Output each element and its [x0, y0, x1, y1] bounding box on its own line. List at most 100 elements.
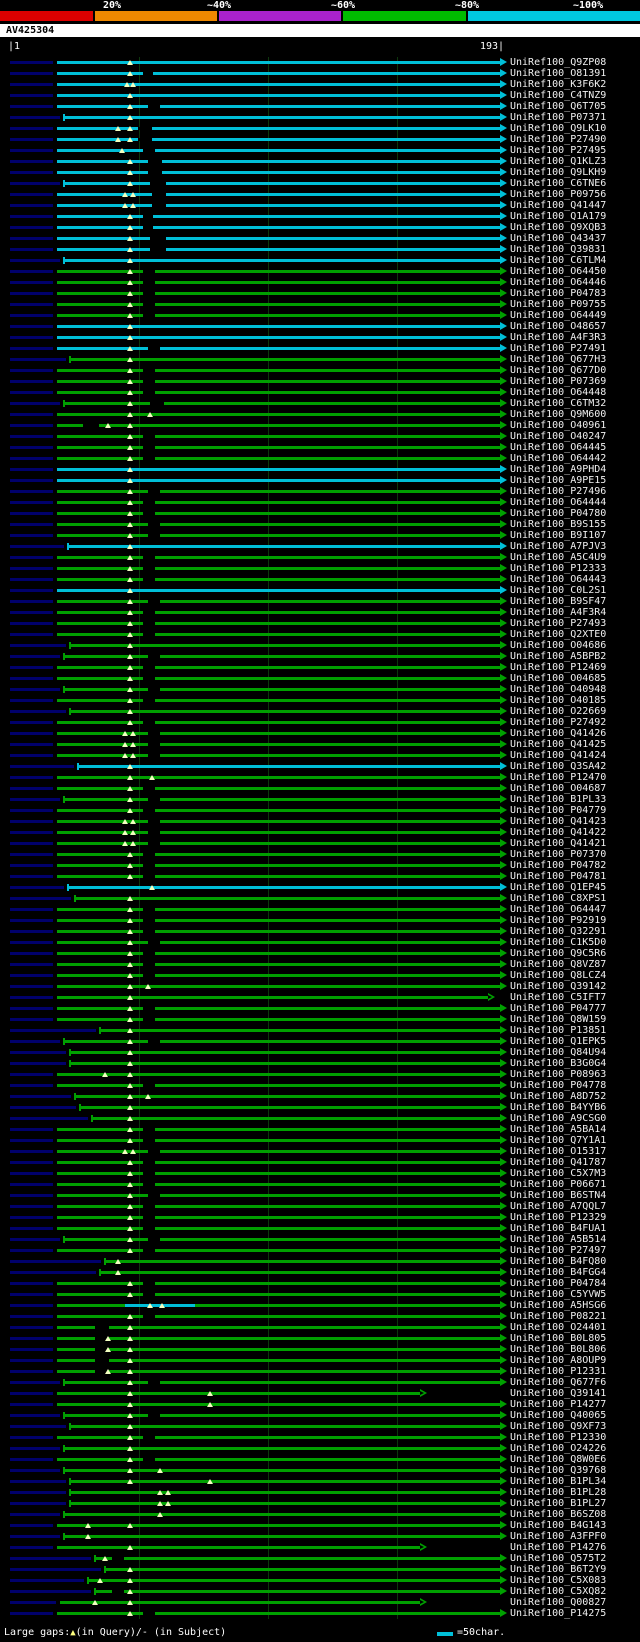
hit-bar[interactable] — [70, 1502, 500, 1505]
hit-label[interactable]: UniRef100_Q41424 — [510, 750, 606, 761]
hit-bar[interactable] — [57, 666, 500, 669]
hit-bar[interactable] — [57, 677, 500, 680]
hit-label[interactable]: UniRef100_C5IFT7 — [510, 992, 606, 1003]
hit-label[interactable]: UniRef100_A4F3R3 — [510, 332, 606, 343]
hit-bar[interactable] — [57, 1282, 500, 1285]
hit-bar[interactable] — [57, 699, 500, 702]
hit-label[interactable]: UniRef100_B6SZ08 — [510, 1509, 606, 1520]
hit-label[interactable]: UniRef100_O48657 — [510, 321, 606, 332]
hit-bar[interactable] — [57, 105, 500, 108]
hit-label[interactable]: UniRef100_P09755 — [510, 299, 606, 310]
hit-label[interactable]: UniRef100_Q2XTE0 — [510, 629, 606, 640]
hit-label[interactable]: UniRef100_P13851 — [510, 1025, 606, 1036]
hit-label[interactable]: UniRef100_A5C4U9 — [510, 552, 606, 563]
hit-label[interactable]: UniRef100_Q41421 — [510, 838, 606, 849]
hit-label[interactable]: UniRef100_P04782 — [510, 860, 606, 871]
hit-bar[interactable] — [57, 1073, 500, 1076]
hit-bar[interactable] — [57, 1018, 500, 1021]
hit-bar[interactable] — [70, 1062, 500, 1065]
hit-label[interactable]: UniRef100_A8D752 — [510, 1091, 606, 1102]
hit-bar[interactable] — [57, 1084, 500, 1087]
hit-label[interactable]: UniRef100_B9I107 — [510, 530, 606, 541]
hit-label[interactable]: UniRef100_Q9M600 — [510, 409, 606, 420]
hit-label[interactable]: UniRef100_P27496 — [510, 486, 606, 497]
hit-label[interactable]: UniRef100_P07371 — [510, 112, 606, 123]
hit-label[interactable]: UniRef100_C5X7M3 — [510, 1168, 606, 1179]
hit-label[interactable]: UniRef100_P04778 — [510, 1080, 606, 1091]
hit-label[interactable]: UniRef100_B1PL34 — [510, 1476, 606, 1487]
hit-label[interactable]: UniRef100_P12469 — [510, 662, 606, 673]
hit-bar[interactable] — [57, 985, 500, 988]
hit-label[interactable]: UniRef100_Q41426 — [510, 728, 606, 739]
hit-bar[interactable] — [57, 1227, 500, 1230]
hit-label[interactable]: UniRef100_O64444 — [510, 497, 606, 508]
hit-label[interactable]: UniRef100_A8OUP9 — [510, 1355, 606, 1366]
hit-bar[interactable] — [57, 501, 500, 504]
hit-label[interactable]: UniRef100_B1PL27 — [510, 1498, 606, 1509]
hit-bar[interactable] — [57, 457, 500, 460]
hit-label[interactable]: UniRef100_C6TLM4 — [510, 255, 606, 266]
hit-label[interactable]: UniRef100_P14275 — [510, 1608, 606, 1619]
hit-label[interactable]: UniRef100_A7PJV3 — [510, 541, 606, 552]
hit-label[interactable]: UniRef100_C4TNZ9 — [510, 90, 606, 101]
hit-label[interactable]: UniRef100_B4G143 — [510, 1520, 606, 1531]
hit-bar[interactable] — [57, 1304, 500, 1307]
hit-bar[interactable] — [57, 567, 500, 570]
hit-bar[interactable] — [57, 941, 500, 944]
hit-label[interactable]: UniRef100_P92919 — [510, 915, 606, 926]
hit-bar[interactable] — [57, 919, 500, 922]
hit-label[interactable]: UniRef100_O64448 — [510, 387, 606, 398]
hit-bar[interactable] — [57, 325, 500, 328]
hit-bar[interactable] — [57, 248, 500, 251]
hit-label[interactable]: UniRef100_C5XQ82 — [510, 1586, 606, 1597]
hit-label[interactable]: UniRef100_A4F3R4 — [510, 607, 606, 618]
hit-label[interactable]: UniRef100_A5BPB2 — [510, 651, 606, 662]
hit-bar[interactable] — [57, 1546, 420, 1549]
hit-bar[interactable] — [70, 1480, 500, 1483]
hit-label[interactable]: UniRef100_O04687 — [510, 783, 606, 794]
hit-bar[interactable] — [57, 523, 500, 526]
hit-bar[interactable] — [70, 358, 500, 361]
hit-label[interactable]: UniRef100_P04781 — [510, 871, 606, 882]
hit-bar[interactable] — [57, 336, 500, 339]
hit-bar[interactable] — [57, 292, 500, 295]
hit-label[interactable]: UniRef100_A7QQL7 — [510, 1201, 606, 1212]
hit-bar[interactable] — [57, 435, 500, 438]
hit-bar[interactable] — [57, 160, 500, 163]
hit-label[interactable]: UniRef100_B9S155 — [510, 519, 606, 530]
hit-bar[interactable] — [105, 1260, 500, 1263]
hit-bar[interactable] — [57, 633, 500, 636]
hit-label[interactable]: UniRef100_Q41423 — [510, 816, 606, 827]
hit-bar[interactable] — [57, 611, 500, 614]
hit-label[interactable]: UniRef100_O64449 — [510, 310, 606, 321]
hit-bar[interactable] — [57, 578, 500, 581]
hit-label[interactable]: UniRef100_C6TNE6 — [510, 178, 606, 189]
hit-bar[interactable] — [57, 127, 500, 130]
hit-bar[interactable] — [57, 1524, 500, 1527]
hit-label[interactable]: UniRef100_P27493 — [510, 618, 606, 629]
hit-label[interactable]: UniRef100_B4YYB6 — [510, 1102, 606, 1113]
hit-bar[interactable] — [92, 1117, 500, 1120]
hit-label[interactable]: UniRef100_Q8W159 — [510, 1014, 606, 1025]
hit-bar[interactable] — [70, 1491, 500, 1494]
hit-label[interactable]: UniRef100_Q43437 — [510, 233, 606, 244]
hit-bar[interactable] — [57, 952, 500, 955]
hit-bar[interactable] — [78, 765, 500, 768]
hit-bar[interactable] — [57, 1403, 500, 1406]
hit-label[interactable]: UniRef100_B0L806 — [510, 1344, 606, 1355]
hit-bar[interactable] — [57, 1139, 500, 1142]
hit-label[interactable]: UniRef100_O81391 — [510, 68, 606, 79]
hit-label[interactable]: UniRef100_P12331 — [510, 1366, 606, 1377]
hit-label[interactable]: UniRef100_P04777 — [510, 1003, 606, 1014]
hit-bar[interactable] — [57, 1216, 500, 1219]
hit-label[interactable]: UniRef100_O64443 — [510, 574, 606, 585]
hit-bar[interactable] — [57, 1337, 500, 1340]
hit-bar[interactable] — [57, 314, 500, 317]
hit-bar[interactable] — [57, 1249, 500, 1252]
hit-label[interactable]: UniRef100_Q9XQB3 — [510, 222, 606, 233]
hit-label[interactable]: UniRef100_Q8LCZ4 — [510, 970, 606, 981]
hit-bar[interactable] — [57, 380, 500, 383]
hit-label[interactable]: UniRef100_P27491 — [510, 343, 606, 354]
hit-bar[interactable] — [57, 446, 500, 449]
hit-bar[interactable] — [57, 875, 500, 878]
